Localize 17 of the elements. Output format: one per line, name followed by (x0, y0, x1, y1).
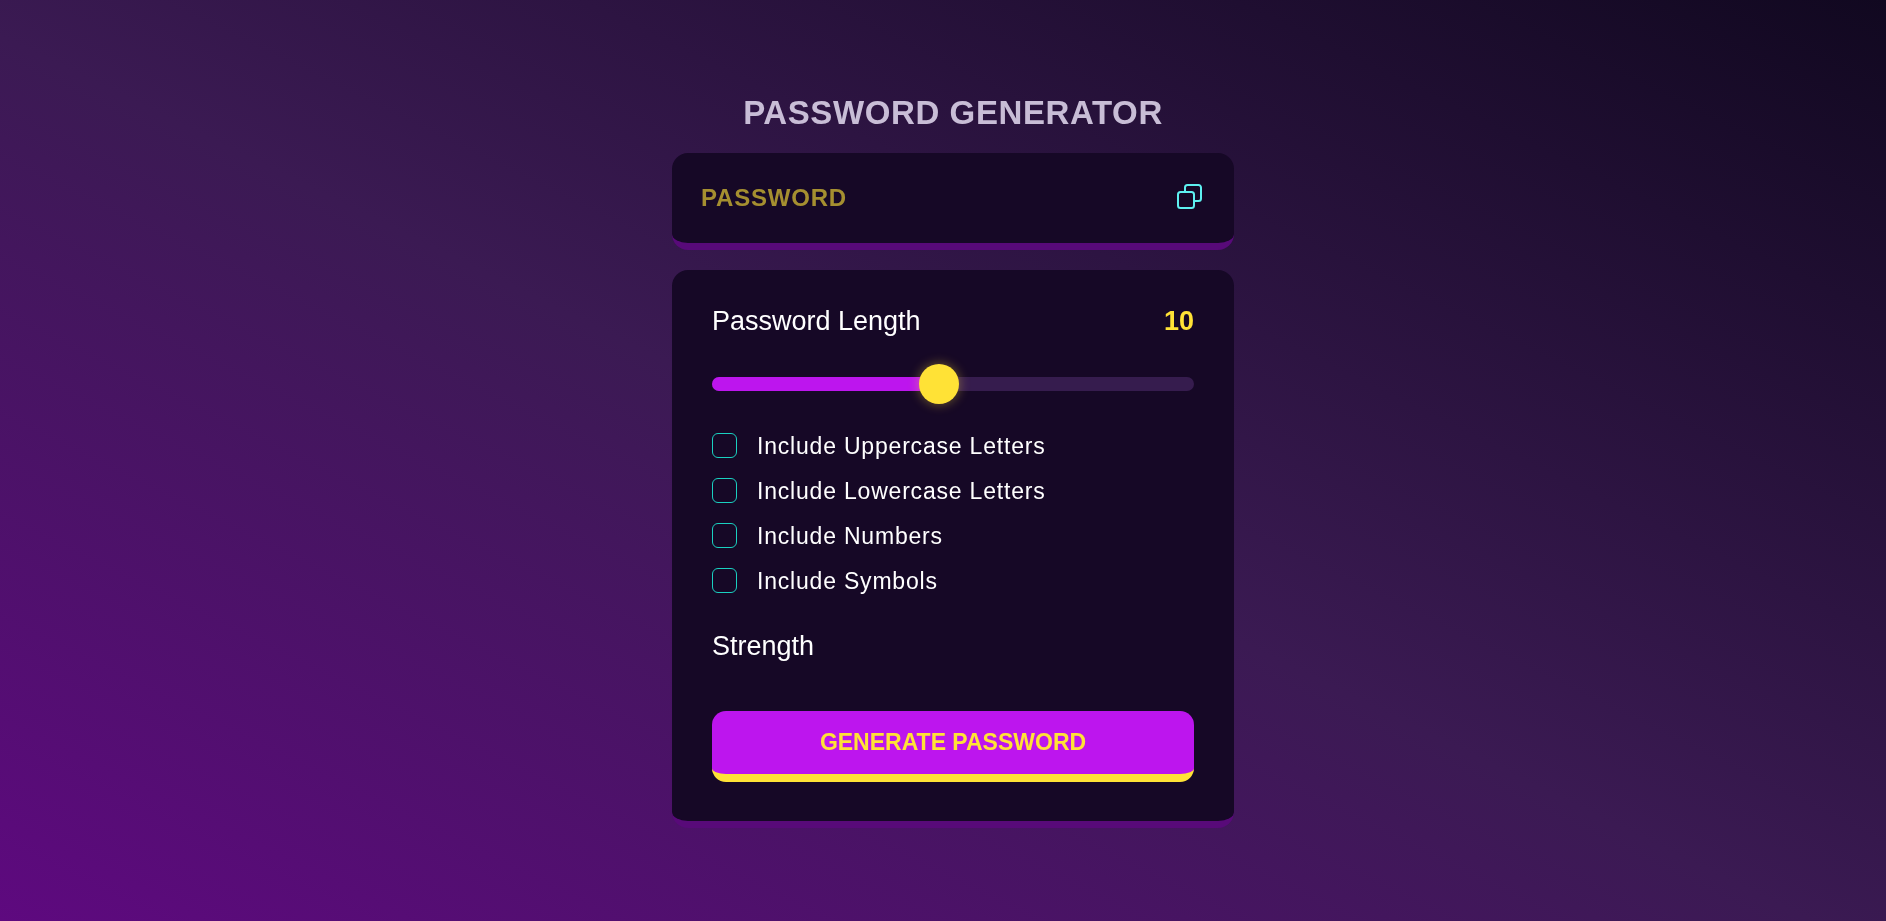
option-label: Include Numbers (757, 521, 943, 550)
checkbox[interactable] (712, 478, 737, 503)
length-label: Password Length (712, 306, 921, 336)
length-value: 10 (1163, 306, 1194, 336)
checkbox[interactable] (712, 433, 737, 458)
app-title: PASSWORD GENERATOR (743, 93, 1163, 133)
copy-icon[interactable] (1177, 184, 1202, 209)
option-label: Include Lowercase Letters (757, 476, 1046, 505)
slider-thumb[interactable] (918, 364, 959, 404)
password-field[interactable]: PASSWORD (672, 153, 1234, 250)
option-label: Include Uppercase Letters (757, 431, 1046, 460)
generate-button[interactable]: GENERATE PASSWORD (712, 711, 1194, 782)
checkbox[interactable] (712, 568, 737, 593)
checkbox[interactable] (712, 523, 737, 548)
option-label: Include Symbols (757, 566, 938, 595)
length-slider[interactable] (712, 364, 1194, 404)
strength-label: Strength (712, 631, 815, 661)
